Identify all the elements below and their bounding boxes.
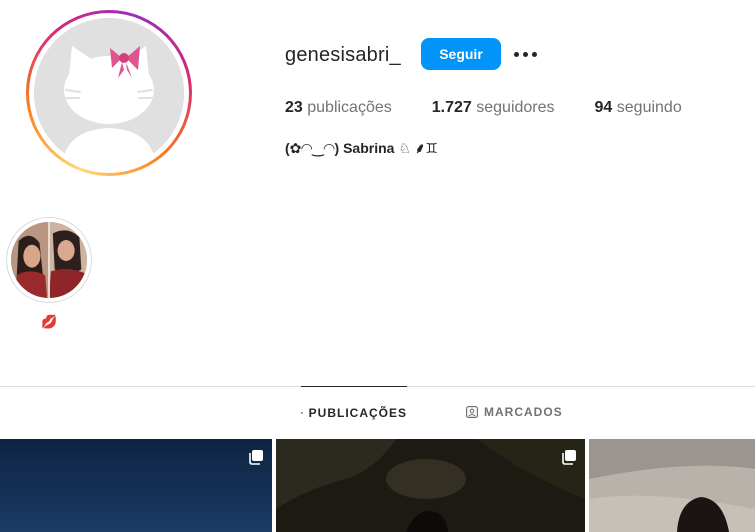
tab-posts-label: PUBLICAÇÕES [308,405,407,420]
more-options-button[interactable] [510,40,540,68]
hello-kitty-avatar-image [34,18,184,168]
post-thumbnail[interactable] [589,439,755,532]
more-horizontal-icon-dot [522,51,528,57]
following-count-stat[interactable]: 94 seguindo [595,99,682,117]
followers-count: 1.727 [431,99,472,116]
posts-label: publicações [307,99,392,116]
followers-label: seguidores [476,99,555,116]
profile-stats: 23 publicações 1.727 seguidores 94 segui… [285,99,722,117]
post-image [589,439,755,532]
post-image [276,439,585,532]
avatar-gap [29,13,189,173]
profile-avatar-ring[interactable] [26,10,192,176]
more-horizontal-icon [513,51,519,57]
posts-count: 23 [285,99,303,116]
profile-avatar[interactable] [34,18,184,168]
post-thumbnail[interactable] [0,439,272,532]
multiple-posts-icon [249,450,263,465]
follow-button[interactable]: Seguir [421,38,501,70]
following-label: seguindo [616,99,682,116]
tab-tagged[interactable]: MARCADOS [466,386,563,438]
story-highlight-label: 💋 [41,314,58,329]
story-highlight[interactable] [6,217,92,303]
tagged-icon [466,406,478,418]
multiple-posts-icon [562,450,576,465]
grid-icon [301,411,303,414]
more-horizontal-icon-dot [531,51,537,57]
following-count: 94 [594,99,613,116]
profile-bio: (✿◠‿◠) Sabrina ♘ ⸙♊ [285,140,438,156]
post-image [0,439,272,532]
post-thumbnail[interactable] [276,439,585,532]
tab-posts[interactable]: PUBLICAÇÕES [301,386,407,438]
posts-count-stat: 23 publicações [285,99,392,117]
story-highlight-cover [11,222,87,298]
tab-tagged-label: MARCADOS [484,405,563,419]
highlight-photo-image [11,222,87,298]
followers-count-stat[interactable]: 1.727 seguidores [432,99,555,117]
profile-username: genesisabri_ [285,44,401,66]
